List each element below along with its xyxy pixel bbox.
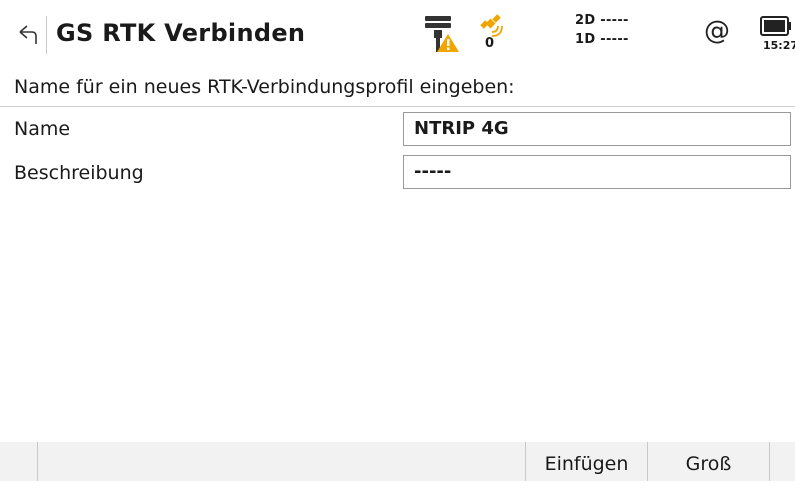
battery-icon[interactable] <box>760 15 792 37</box>
name-input[interactable]: NTRIP 4G <box>403 112 791 146</box>
at-connection-icon[interactable]: @ <box>704 16 730 46</box>
position-quality-1d: 1D ----- <box>575 32 629 47</box>
title-separator <box>46 16 47 54</box>
back-arrow-icon[interactable] <box>14 22 40 48</box>
satellite-icon[interactable] <box>478 12 504 38</box>
function-key-bar: Einfügen Groß <box>0 442 795 481</box>
page-title: GS RTK Verbinden <box>56 19 306 47</box>
name-label: Name <box>14 118 71 140</box>
fkey-6[interactable] <box>769 442 795 481</box>
position-quality-2d: 2D ----- <box>575 13 629 28</box>
fkey-2[interactable] <box>37 442 525 481</box>
instrument-warning-icon[interactable] <box>422 14 462 54</box>
title-bar: GS RTK Verbinden 0 2D ----- 1D ----- @ 1… <box>0 0 795 70</box>
fkey-1[interactable] <box>0 442 37 481</box>
description-label: Beschreibung <box>14 162 144 184</box>
divider <box>0 106 795 107</box>
satellite-count: 0 <box>485 36 495 51</box>
description-input[interactable]: ----- <box>403 155 791 189</box>
uppercase-button[interactable]: Groß <box>647 442 769 481</box>
instruction-text: Name für ein neues RTK-Verbindungsprofil… <box>14 76 515 98</box>
clock-time: 15:27 <box>763 39 795 52</box>
insert-button[interactable]: Einfügen <box>525 442 647 481</box>
